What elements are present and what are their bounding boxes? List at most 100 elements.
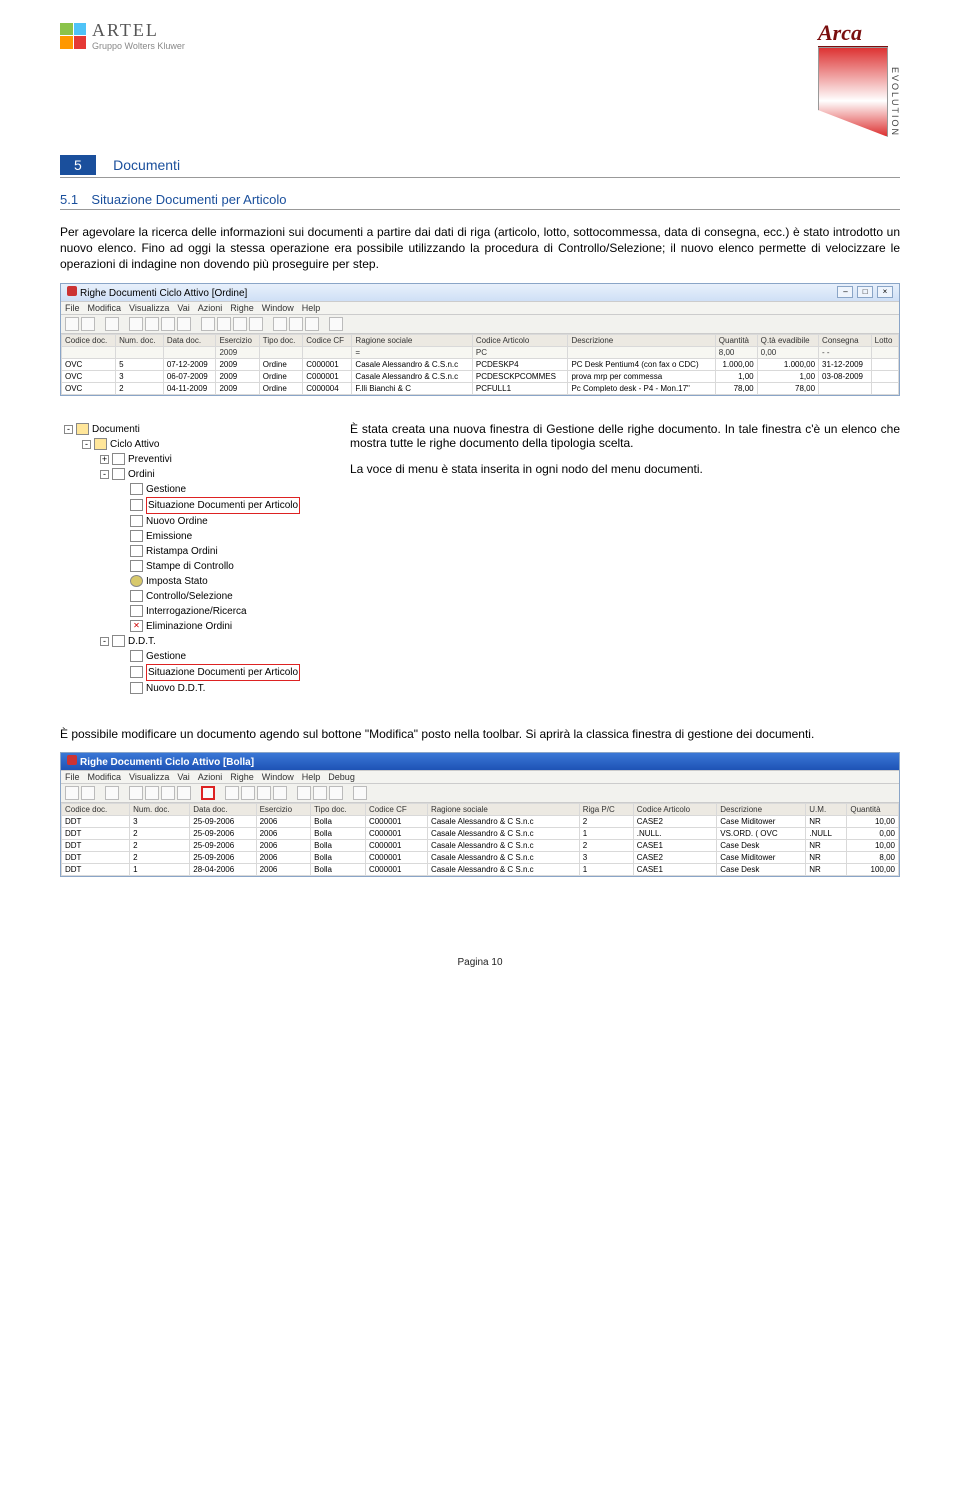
maximize-button[interactable]: □ bbox=[857, 286, 873, 298]
column-header[interactable]: Codice CF bbox=[365, 803, 427, 815]
toolbar-button[interactable] bbox=[145, 317, 159, 331]
filter-cell[interactable] bbox=[568, 346, 715, 358]
column-header[interactable]: U.M. bbox=[806, 803, 847, 815]
toolbar-button[interactable] bbox=[105, 317, 119, 331]
column-header[interactable]: Descrizione bbox=[568, 334, 715, 346]
filter-cell[interactable]: = bbox=[352, 346, 472, 358]
tree-item[interactable]: Situazione Documenti per Articolo bbox=[60, 497, 320, 514]
nav-next-button[interactable] bbox=[161, 786, 175, 800]
filter-cell[interactable] bbox=[62, 346, 116, 358]
column-header[interactable]: Num. doc. bbox=[130, 803, 190, 815]
minimize-button[interactable]: – bbox=[837, 286, 853, 298]
tree-item[interactable]: Nuovo D.D.T. bbox=[60, 681, 320, 696]
toolbar-button[interactable] bbox=[273, 786, 287, 800]
table-row[interactable]: DDT225-09-20062006BollaC000001Casale Ale… bbox=[62, 827, 899, 839]
toolbar-button[interactable] bbox=[273, 317, 287, 331]
tree-item[interactable]: Ristampa Ordini bbox=[60, 544, 320, 559]
filter-cell[interactable] bbox=[116, 346, 164, 358]
expand-icon[interactable]: + bbox=[100, 455, 109, 464]
toolbar-button[interactable] bbox=[249, 317, 263, 331]
toolbar-button[interactable] bbox=[201, 317, 215, 331]
column-header[interactable]: Data doc. bbox=[190, 803, 256, 815]
column-header[interactable]: Num. doc. bbox=[116, 334, 164, 346]
menu-window[interactable]: Window bbox=[262, 303, 294, 313]
filter-cell[interactable] bbox=[163, 346, 216, 358]
expand-icon[interactable]: - bbox=[64, 425, 73, 434]
tree-item[interactable]: Gestione bbox=[60, 649, 320, 664]
tree-item[interactable]: Emissione bbox=[60, 529, 320, 544]
filter-cell[interactable]: 2009 bbox=[216, 346, 259, 358]
menu-azioni[interactable]: Azioni bbox=[198, 303, 223, 313]
toolbar-button[interactable] bbox=[81, 317, 95, 331]
column-header[interactable]: Esercizio bbox=[216, 334, 259, 346]
tree-item[interactable]: Gestione bbox=[60, 482, 320, 497]
menu-window[interactable]: Window bbox=[262, 772, 294, 782]
table-row[interactable]: DDT225-09-20062006BollaC000001Casale Ale… bbox=[62, 839, 899, 851]
nav-prev-button[interactable] bbox=[145, 786, 159, 800]
table-row[interactable]: OVC507-12-20092009OrdineC000001Casale Al… bbox=[62, 358, 899, 370]
menu-help[interactable]: Help bbox=[302, 303, 321, 313]
menu-modifica[interactable]: Modifica bbox=[88, 303, 122, 313]
toolbar-button[interactable] bbox=[313, 786, 327, 800]
column-header[interactable]: Codice doc. bbox=[62, 334, 116, 346]
filter-cell[interactable]: 0,00 bbox=[757, 346, 818, 358]
column-header[interactable]: Codice Articolo bbox=[472, 334, 568, 346]
modifica-button[interactable] bbox=[201, 786, 215, 800]
filter-cell[interactable] bbox=[303, 346, 352, 358]
toolbar-button[interactable] bbox=[297, 786, 311, 800]
toolbar-button[interactable] bbox=[65, 786, 79, 800]
filter-cell[interactable]: - - bbox=[819, 346, 872, 358]
close-button[interactable]: × bbox=[877, 286, 893, 298]
column-header[interactable]: Esercizio bbox=[256, 803, 311, 815]
tree-item[interactable]: -Ordini bbox=[60, 467, 320, 482]
help-button[interactable] bbox=[329, 317, 343, 331]
menu-file[interactable]: File bbox=[65, 772, 80, 782]
menu-visualizza[interactable]: Visualizza bbox=[129, 303, 169, 313]
menu-vai[interactable]: Vai bbox=[177, 772, 189, 782]
toolbar-button[interactable] bbox=[305, 317, 319, 331]
table-row[interactable]: DDT225-09-20062006BollaC000001Casale Ale… bbox=[62, 851, 899, 863]
column-header[interactable]: Quantità bbox=[715, 334, 757, 346]
menu-debug[interactable]: Debug bbox=[328, 772, 355, 782]
tree-item[interactable]: Situazione Documenti per Articolo bbox=[60, 664, 320, 681]
column-header[interactable]: Tipo doc. bbox=[311, 803, 366, 815]
filter-cell[interactable] bbox=[871, 346, 898, 358]
filter-cell[interactable]: 8,00 bbox=[715, 346, 757, 358]
toolbar-button[interactable] bbox=[241, 786, 255, 800]
tree-item[interactable]: Controllo/Selezione bbox=[60, 589, 320, 604]
column-header[interactable]: Consegna bbox=[819, 334, 872, 346]
column-header[interactable]: Ragione sociale bbox=[352, 334, 472, 346]
expand-icon[interactable]: - bbox=[100, 637, 109, 646]
table-row[interactable]: OVC204-11-20092009OrdineC000004F.lli Bia… bbox=[62, 382, 899, 394]
toolbar-button[interactable] bbox=[65, 317, 79, 331]
filter-cell[interactable]: PC bbox=[472, 346, 568, 358]
tree-item[interactable]: Imposta Stato bbox=[60, 574, 320, 589]
toolbar-button[interactable] bbox=[225, 786, 239, 800]
tree-item[interactable]: -Ciclo Attivo bbox=[60, 437, 320, 452]
column-header[interactable]: Tipo doc. bbox=[259, 334, 302, 346]
menu-vai[interactable]: Vai bbox=[177, 303, 189, 313]
toolbar-button[interactable] bbox=[129, 317, 143, 331]
nav-last-button[interactable] bbox=[177, 786, 191, 800]
toolbar-button[interactable] bbox=[257, 786, 271, 800]
toolbar-button[interactable] bbox=[105, 786, 119, 800]
menu-file[interactable]: File bbox=[65, 303, 80, 313]
table-row[interactable]: DDT128-04-20062006BollaC000001Casale Ale… bbox=[62, 863, 899, 875]
column-header[interactable]: Data doc. bbox=[163, 334, 216, 346]
table-row[interactable]: OVC306-07-20092009OrdineC000001Casale Al… bbox=[62, 370, 899, 382]
tree-item[interactable]: Nuovo Ordine bbox=[60, 514, 320, 529]
column-header[interactable]: Descrizione bbox=[717, 803, 806, 815]
menu-righe[interactable]: Righe bbox=[230, 772, 254, 782]
nav-first-button[interactable] bbox=[129, 786, 143, 800]
menu-righe[interactable]: Righe bbox=[230, 303, 254, 313]
toolbar-button[interactable] bbox=[329, 786, 343, 800]
tree-item[interactable]: Stampe di Controllo bbox=[60, 559, 320, 574]
toolbar-button[interactable] bbox=[233, 317, 247, 331]
menu-modifica[interactable]: Modifica bbox=[88, 772, 122, 782]
toolbar-button[interactable] bbox=[289, 317, 303, 331]
tree-item[interactable]: ✕Eliminazione Ordini bbox=[60, 619, 320, 634]
column-header[interactable]: Codice doc. bbox=[62, 803, 130, 815]
menu-help[interactable]: Help bbox=[302, 772, 321, 782]
filter-cell[interactable] bbox=[259, 346, 302, 358]
column-header[interactable]: Riga P/C bbox=[579, 803, 633, 815]
